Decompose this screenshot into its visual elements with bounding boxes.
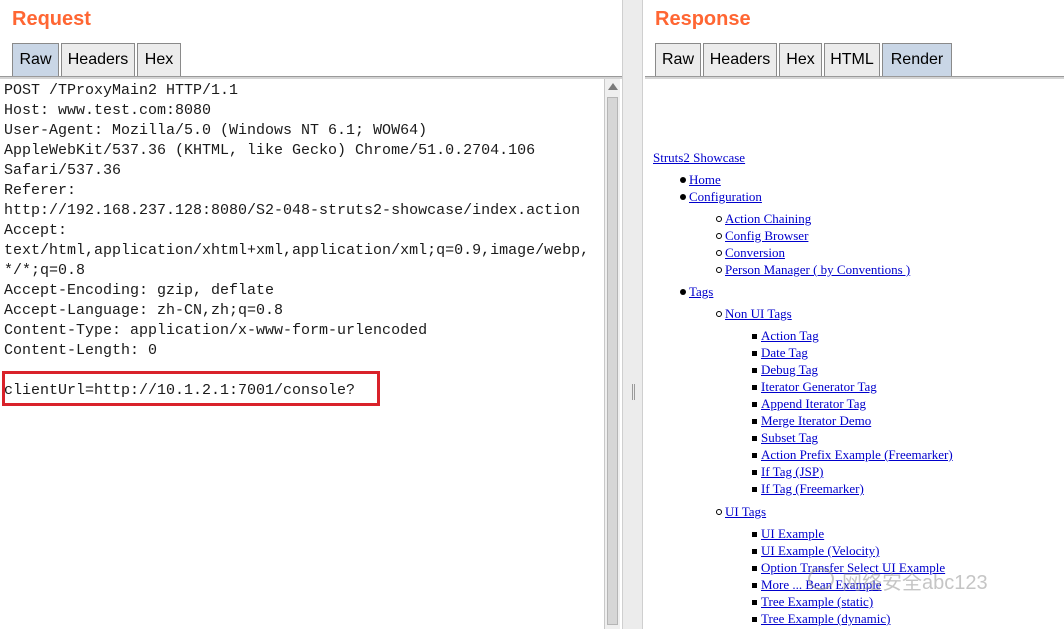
list-bullet: [716, 509, 722, 515]
list-item[interactable]: Merge Iterator Demo: [761, 413, 871, 428]
splitter-grip-icon[interactable]: [632, 384, 635, 400]
tab-raw[interactable]: Raw: [655, 43, 701, 76]
list-bullet: [752, 385, 757, 390]
link-ui-tags[interactable]: UI Tags: [725, 504, 766, 519]
tab-headers[interactable]: Headers: [61, 43, 135, 76]
list-bullet: [752, 532, 757, 537]
request-line: Safari/537.36: [4, 162, 122, 179]
link-configuration[interactable]: Configuration: [689, 189, 762, 204]
list-item[interactable]: Tree Example (static): [761, 594, 873, 609]
tab-headers[interactable]: Headers: [703, 43, 777, 76]
request-line: User-Agent: Mozilla/5.0 (Windows NT 6.1;…: [4, 122, 428, 139]
list-bullet: [752, 351, 757, 356]
list-item[interactable]: Conversion: [725, 245, 785, 260]
list-bullet: [752, 566, 757, 571]
list-item[interactable]: Action Tag: [761, 328, 819, 343]
list-bullet: [752, 617, 757, 622]
list-bullet: [752, 487, 757, 492]
tab-hex[interactable]: Hex: [779, 43, 822, 76]
list-item[interactable]: UI Example: [761, 526, 824, 541]
list-item[interactable]: UI Example (Velocity): [761, 543, 879, 558]
list-bullet: [752, 549, 757, 554]
list-bullet: [716, 311, 722, 317]
list-item[interactable]: If Tag (Freemarker): [761, 481, 864, 496]
request-line: */*;q=0.8: [4, 262, 86, 279]
request-line: http://192.168.237.128:8080/S2-048-strut…: [4, 202, 581, 219]
link-tags[interactable]: Tags: [689, 284, 713, 299]
list-item[interactable]: If Tag (JSP): [761, 464, 823, 479]
list-bullet: [680, 289, 686, 295]
list-bullet: [680, 177, 686, 183]
watermark-text: 网络安全abc123: [842, 572, 988, 594]
request-line: Content-Length: 0: [4, 342, 158, 359]
list-item[interactable]: Date Tag: [761, 345, 808, 360]
list-bullet: [752, 600, 757, 605]
request-tabs: Raw Headers Hex: [12, 43, 183, 76]
request-pane: Request Raw Headers Hex POST /TProxyMain…: [0, 0, 622, 629]
tab-hex[interactable]: Hex: [137, 43, 181, 76]
list-bullet: [752, 470, 757, 475]
tab-raw[interactable]: Raw: [12, 43, 59, 76]
list-item[interactable]: Action Prefix Example (Freemarker): [761, 447, 953, 462]
request-line: Accept-Encoding: gzip, deflate: [4, 282, 275, 299]
list-bullet: [752, 368, 757, 373]
request-editor[interactable]: POST /TProxyMain2 HTTP/1.1 Host: www.tes…: [0, 79, 604, 629]
link-home[interactable]: Home: [689, 172, 721, 187]
list-item[interactable]: Tree Example (dynamic): [761, 611, 890, 626]
link-struts2-showcase[interactable]: Struts2 Showcase: [653, 150, 745, 165]
list-bullet: [752, 419, 757, 424]
list-bullet: [752, 453, 757, 458]
scroll-up-arrow-icon[interactable]: [608, 83, 618, 90]
wechat-logo-icon: [808, 568, 834, 590]
tab-html[interactable]: HTML: [824, 43, 880, 76]
list-bullet: [716, 216, 722, 222]
tab-divider-line: [645, 76, 1064, 79]
list-item[interactable]: Person Manager ( by Conventions ): [725, 262, 910, 277]
request-line: AppleWebKit/537.36 (KHTML, like Gecko) C…: [4, 142, 536, 159]
list-item[interactable]: Append Iterator Tag: [761, 396, 866, 411]
request-line: Referer:: [4, 182, 77, 199]
tab-render[interactable]: Render: [882, 43, 952, 76]
list-bullet: [752, 583, 757, 588]
pane-splitter[interactable]: [622, 0, 643, 629]
request-line: Accept-Language: zh-CN,zh;q=0.8: [4, 302, 284, 319]
scroll-thumb[interactable]: [607, 97, 618, 625]
request-title: Request: [12, 8, 91, 30]
request-line: POST /TProxyMain2 HTTP/1.1: [4, 82, 239, 99]
request-scrollbar[interactable]: [604, 79, 620, 629]
response-title: Response: [655, 8, 751, 30]
list-item[interactable]: Debug Tag: [761, 362, 818, 377]
list-bullet: [752, 334, 757, 339]
response-tabs: Raw Headers Hex HTML Render: [655, 43, 954, 76]
response-pane: Response Raw Headers Hex HTML Render Str…: [643, 0, 1064, 629]
list-item[interactable]: Action Chaining: [725, 211, 811, 226]
list-bullet: [716, 233, 722, 239]
request-line: Content-Type: application/x-www-form-url…: [4, 322, 428, 339]
list-bullet: [716, 267, 722, 273]
list-item[interactable]: Iterator Generator Tag: [761, 379, 877, 394]
rendered-page: Struts2 Showcase Home Configuration Acti…: [645, 80, 1064, 629]
list-item[interactable]: Config Browser: [725, 228, 808, 243]
request-line: Accept:: [4, 222, 68, 239]
list-item[interactable]: Subset Tag: [761, 430, 818, 445]
request-line: text/html,application/xhtml+xml,applicat…: [4, 242, 590, 259]
request-line: Host: www.test.com:8080: [4, 102, 212, 119]
list-bullet: [716, 250, 722, 256]
list-bullet: [752, 436, 757, 441]
list-bullet: [680, 194, 686, 200]
list-bullet: [752, 402, 757, 407]
link-non-ui-tags[interactable]: Non UI Tags: [725, 306, 792, 321]
highlight-box: [2, 371, 380, 406]
